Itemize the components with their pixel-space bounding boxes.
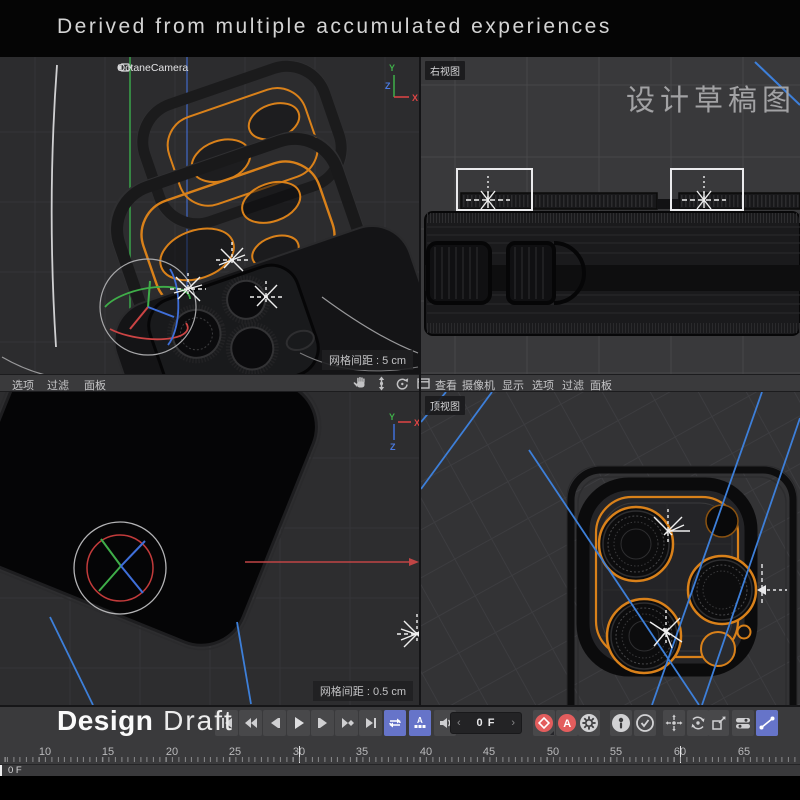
front-view-scene: Y X Z: [0, 392, 419, 705]
loop-playback-button[interactable]: [384, 710, 406, 736]
play-button[interactable]: [287, 710, 310, 736]
current-frame-field[interactable]: ‹ 0 F ›: [450, 712, 522, 734]
rotate-view-icon[interactable]: [395, 376, 410, 391]
frame-decrement-icon[interactable]: ‹: [457, 717, 461, 729]
previous-frame-button[interactable]: [263, 710, 286, 736]
pan-hand-icon[interactable]: [353, 376, 368, 391]
viewport-divider: [419, 57, 421, 705]
camera-label[interactable]: OctaneCamera: [117, 62, 188, 74]
menu-filter-right[interactable]: 过滤: [562, 377, 584, 393]
point-level-animation-button[interactable]: [756, 710, 778, 736]
zoom-move-icon[interactable]: [374, 376, 389, 391]
menu-view[interactable]: 查看: [435, 377, 457, 393]
menu-panel-right[interactable]: 面板: [590, 377, 612, 393]
menu-camera[interactable]: 摄像机: [462, 377, 495, 393]
playhead-strip[interactable]: 0 F: [0, 764, 800, 776]
bottom-letterbox: [0, 776, 800, 800]
grid-spacing-label: 网格间距 : 5 cm: [322, 350, 413, 370]
app-window: Derived from multiple accumulated experi…: [0, 0, 800, 800]
current-frame-value[interactable]: 0 F: [477, 717, 496, 729]
watermark-cn: 设计草稿图: [626, 77, 796, 119]
viewport-perspective[interactable]: Y Z X OctaneCamera 网格间距 : 5 cm: [0, 57, 419, 374]
previous-key-button[interactable]: [239, 710, 262, 736]
svg-text:X: X: [412, 93, 418, 103]
keyframe-marker-mode-button[interactable]: A: [409, 710, 431, 736]
menu-display[interactable]: 显示: [502, 377, 524, 393]
svg-text:Y: Y: [389, 63, 395, 73]
menu-options-right[interactable]: 选项: [532, 377, 554, 393]
record-position-button[interactable]: [663, 710, 685, 736]
grid-spacing-label-front: 网格间距 : 0.5 cm: [313, 681, 413, 701]
record-keyframe-button[interactable]: [533, 710, 555, 736]
viewport-top[interactable]: 顶视图: [421, 392, 800, 705]
record-parameters-button[interactable]: [732, 710, 754, 736]
menu-options-left[interactable]: 选项: [12, 377, 34, 393]
svg-text:A: A: [563, 718, 571, 730]
top-banner: Derived from multiple accumulated experi…: [0, 0, 800, 57]
autokey-button[interactable]: A: [556, 710, 578, 736]
svg-text:Z: Z: [390, 442, 396, 452]
camera-icon: [117, 62, 131, 73]
goto-end-button[interactable]: [359, 710, 382, 736]
next-frame-button[interactable]: [311, 710, 334, 736]
menu-panel-left[interactable]: 面板: [84, 377, 106, 393]
banner-title: Derived from multiple accumulated experi…: [57, 15, 612, 39]
keyframe-settings-button[interactable]: [578, 710, 600, 736]
frame-increment-icon[interactable]: ›: [511, 717, 515, 729]
svg-text:A: A: [417, 716, 423, 725]
viewport-front[interactable]: Y X Z 网格间距 : 0.5 cm: [0, 392, 419, 705]
menu-filter-left[interactable]: 过滤: [47, 377, 69, 393]
enable-check-button[interactable]: [634, 710, 656, 736]
viewport-right[interactable]: 右视图 设计草稿图: [421, 57, 800, 374]
view-label-top[interactable]: 顶视图: [425, 396, 465, 415]
record-rotation-button[interactable]: [687, 710, 709, 736]
timeline-ruler[interactable]: [2, 757, 798, 762]
record-scale-button[interactable]: [708, 710, 729, 736]
record-objects-button[interactable]: [610, 710, 632, 736]
goto-start-button[interactable]: [215, 710, 238, 736]
svg-text:Y: Y: [389, 412, 395, 422]
view-label-right[interactable]: 右视图: [425, 61, 465, 80]
playhead-label: 0 F: [8, 765, 22, 776]
svg-text:Z: Z: [385, 81, 391, 91]
next-key-button[interactable]: [335, 710, 358, 736]
perspective-scene: Y Z X: [0, 57, 419, 374]
top-view-scene: [421, 392, 800, 705]
